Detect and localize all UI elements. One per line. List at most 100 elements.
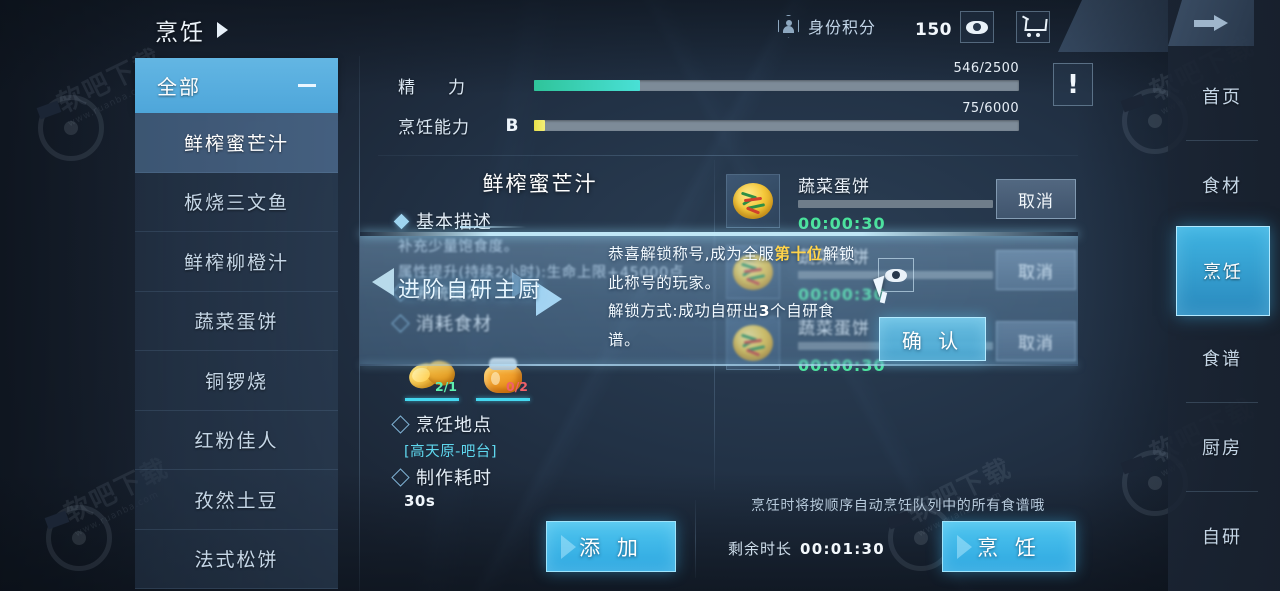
category-header-all[interactable]: 全部 bbox=[135, 58, 338, 113]
category-item-5[interactable]: 红粉佳人 bbox=[135, 410, 338, 470]
ingredient-underline bbox=[476, 398, 530, 401]
eye-icon bbox=[885, 268, 907, 282]
remaining-time-value: 00:01:30 bbox=[800, 540, 886, 558]
nav-item-label: 食谱 bbox=[1202, 349, 1242, 370]
nav-item-recipes[interactable]: 食谱 bbox=[1176, 314, 1268, 402]
stat-cooking-skill-grade: B bbox=[505, 115, 519, 136]
top-right-corner-decor bbox=[1058, 0, 1168, 52]
recipe-title: 鲜榨蜜芒汁 bbox=[482, 172, 598, 196]
category-item-label: 蔬菜蛋饼 bbox=[194, 311, 279, 334]
arrow-right-icon bbox=[1194, 15, 1228, 31]
recipe-place-value: [高天原-吧台] bbox=[404, 444, 498, 460]
ingredient-underline bbox=[405, 398, 459, 401]
category-item-4[interactable]: 铜锣烧 bbox=[135, 351, 338, 411]
category-item-0[interactable]: 鲜榨蜜芒汁 bbox=[135, 113, 338, 173]
section-underline bbox=[460, 226, 526, 228]
ingredient-count: 0/2 bbox=[506, 379, 528, 394]
category-item-6[interactable]: 孜然土豆 bbox=[135, 470, 338, 530]
category-item-7[interactable]: 法式松饼 bbox=[135, 529, 338, 589]
add-button-label: 添 加 bbox=[579, 535, 643, 560]
add-button[interactable]: 添 加 bbox=[546, 521, 676, 572]
category-list: 全部 鲜榨蜜芒汁 板烧三文鱼 鲜榨柳橙汁 蔬菜蛋饼 铜锣烧 红粉佳人 孜然土豆 … bbox=[135, 58, 338, 591]
unlock-line4: 谱。 bbox=[608, 331, 641, 350]
category-item-3[interactable]: 蔬菜蛋饼 bbox=[135, 291, 338, 351]
nav-item-label: 首页 bbox=[1202, 87, 1242, 108]
stat-energy-track: 546/2500 bbox=[534, 61, 1019, 91]
category-item-label: 铜锣烧 bbox=[204, 370, 268, 393]
identity-points-value: 150 bbox=[915, 20, 952, 40]
cook-button-label: 烹 饪 bbox=[977, 535, 1041, 560]
queue-item-progress bbox=[798, 200, 993, 208]
collapse-icon bbox=[298, 84, 316, 87]
cook-button[interactable]: 烹 饪 bbox=[942, 521, 1076, 572]
breadcrumb[interactable]: 烹饪 bbox=[155, 13, 228, 47]
stat-energy: 精 力 546/2500 bbox=[398, 61, 1019, 98]
queue-cancel-button[interactable]: 取消 bbox=[996, 179, 1076, 219]
unlock-line1-b: 解锁 bbox=[822, 245, 856, 263]
diamond-icon bbox=[393, 213, 410, 229]
category-item-label: 红粉佳人 bbox=[194, 430, 279, 453]
stat-energy-fill bbox=[534, 80, 640, 91]
category-item-label: 孜然土豆 bbox=[194, 489, 279, 512]
recipe-time-label: 制作耗时 bbox=[416, 468, 492, 489]
unlock-overlay-bottom-glow bbox=[360, 364, 1078, 366]
nav-item-kitchen[interactable]: 厨房 bbox=[1176, 403, 1268, 491]
nav-item-cooking[interactable]: 烹饪 bbox=[1176, 226, 1270, 316]
collapse-nav-button[interactable] bbox=[1168, 0, 1254, 46]
queue-row: 蔬菜蛋饼 00:00:30 取消 bbox=[726, 170, 1076, 241]
top-bar: 烹饪 身份积分 150 bbox=[0, 0, 1280, 52]
unlock-description: 恭喜解锁称号,成为全服第十位解锁 此称号的玩家。 解锁方式:成功自研出3个自研食… bbox=[608, 240, 886, 355]
nav-item-label: 食材 bbox=[1202, 176, 1242, 197]
shopping-cart-icon bbox=[1021, 15, 1048, 37]
breadcrumb-label: 烹饪 bbox=[155, 20, 205, 46]
unlock-line3-a: 解锁方式:成功自研出 bbox=[608, 302, 759, 321]
nav-item-label: 厨房 bbox=[1202, 438, 1242, 459]
exclamation-icon: ! bbox=[1067, 69, 1079, 100]
stat-energy-ratio: 546/2500 bbox=[953, 61, 1019, 76]
stat-cooking-skill-fill bbox=[534, 120, 545, 131]
diamond-outline-icon bbox=[391, 414, 410, 434]
nav-item-home[interactable]: 首页 bbox=[1176, 52, 1268, 140]
recipe-time-value: 30s bbox=[404, 492, 436, 510]
stat-cooking-skill: 烹饪能力 B 75/6000 bbox=[398, 101, 1019, 138]
category-item-2[interactable]: 鲜榨柳橙汁 bbox=[135, 232, 338, 292]
remaining-time: 剩余时长 00:01:30 bbox=[728, 538, 885, 559]
diamond-outline-icon bbox=[391, 467, 410, 487]
stat-cooking-skill-track: 75/6000 bbox=[534, 101, 1019, 131]
divider-vertical-bottom bbox=[695, 500, 696, 578]
section-description-label: 基本描述 bbox=[416, 212, 492, 233]
category-item-1[interactable]: 板烧三文鱼 bbox=[135, 172, 338, 232]
alert-button[interactable]: ! bbox=[1053, 63, 1093, 106]
unlock-overlay-top-glow bbox=[360, 232, 1078, 236]
unlock-line3-b: 个自研食 bbox=[770, 302, 835, 321]
unlock-line1-a: 恭喜解锁称号,成为全服 bbox=[608, 245, 775, 263]
category-item-label: 法式松饼 bbox=[194, 549, 279, 572]
chevron-left-icon bbox=[372, 268, 394, 296]
confirm-button-label: 确 认 bbox=[901, 328, 964, 353]
preview-button[interactable] bbox=[960, 11, 994, 43]
unlock-line2: 此称号的玩家。 bbox=[608, 273, 721, 292]
nav-item-label: 烹饪 bbox=[1203, 262, 1243, 283]
recipe-time: 制作耗时 bbox=[391, 464, 492, 490]
vegetable-pancake-icon bbox=[726, 174, 780, 228]
app-root: 软吧下载 www.ruanba.com 软吧下载 www.ruanba.com … bbox=[0, 0, 1280, 591]
eye-icon bbox=[966, 20, 988, 34]
identity-points: 身份积分 bbox=[778, 14, 876, 38]
category-item-label: 鲜榨蜜芒汁 bbox=[183, 132, 289, 155]
arrow-right-icon bbox=[217, 22, 228, 38]
user-badge-icon bbox=[778, 14, 799, 38]
queue-item-name: 蔬菜蛋饼 bbox=[798, 177, 870, 197]
shop-button[interactable] bbox=[1016, 11, 1050, 43]
recipe-place-label: 烹饪地点 bbox=[416, 415, 492, 436]
stat-cooking-skill-label: 烹饪能力 bbox=[398, 118, 470, 138]
ingredient-count: 2/1 bbox=[435, 379, 457, 394]
chevron-right-icon bbox=[957, 534, 972, 559]
nav-item-ingredients[interactable]: 食材 bbox=[1176, 141, 1268, 229]
nav-item-label: 自研 bbox=[1202, 527, 1242, 548]
recipe-place: 烹饪地点 bbox=[391, 411, 492, 437]
nav-item-research[interactable]: 自研 bbox=[1176, 492, 1268, 580]
confirm-button[interactable]: 确 认 bbox=[879, 317, 986, 361]
stat-cooking-skill-ratio: 75/6000 bbox=[962, 101, 1019, 116]
stat-energy-label: 精 力 bbox=[398, 78, 473, 98]
identity-points-label: 身份积分 bbox=[808, 18, 877, 37]
